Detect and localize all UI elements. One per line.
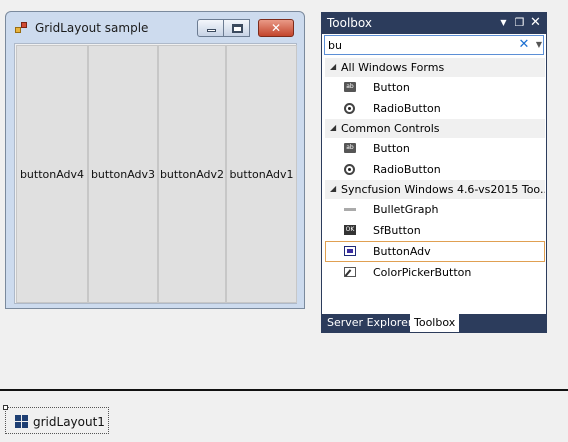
toolbox-group-common-controls[interactable]: ◢ Common Controls: [325, 119, 545, 138]
form-window[interactable]: GridLayout sample ✕ buttonAdv4 buttonAdv…: [5, 11, 305, 309]
toolbox-panel: Toolbox ▼ ❐ ✕ ✕ ▼ ◢ All Windows Forms ab…: [321, 12, 547, 333]
selection-handle[interactable]: [3, 405, 8, 410]
toolbox-item-radiobutton[interactable]: RadioButton: [325, 98, 545, 119]
sfbutton-icon: OK: [344, 225, 356, 235]
bulletgraph-icon: [344, 208, 356, 211]
minimize-icon: [207, 29, 216, 32]
toolbox-item-label: Button: [373, 142, 410, 155]
toolbox-item-label: BulletGraph: [373, 203, 439, 216]
group-label: Syncfusion Windows 4.6-vs2015 Too...: [341, 183, 545, 196]
toolbox-item-button[interactable]: ab Button: [325, 77, 545, 98]
button-icon: ab: [344, 82, 356, 92]
colorpicker-icon: [344, 267, 356, 277]
toolbox-item-label: Button: [373, 81, 410, 94]
form-title-bar[interactable]: GridLayout sample ✕: [6, 12, 304, 43]
group-label: Common Controls: [341, 122, 440, 135]
toolbox-title: Toolbox: [327, 16, 372, 30]
component-tray-divider: [0, 389, 568, 391]
toolbox-header: Toolbox ▼ ❐ ✕: [322, 13, 546, 34]
toolbox-item-label: RadioButton: [373, 163, 441, 176]
toolbox-item-radiobutton[interactable]: RadioButton: [325, 159, 545, 180]
toolbox-item-colorpickerbutton[interactable]: ColorPickerButton: [325, 262, 545, 283]
toolbox-search-box[interactable]: ✕ ▼: [324, 35, 544, 55]
search-options-dropdown-icon[interactable]: ▼: [534, 36, 544, 54]
toolbox-item-button[interactable]: ab Button: [325, 138, 545, 159]
button-adv-2[interactable]: buttonAdv2: [158, 45, 226, 303]
minimize-button[interactable]: [197, 19, 224, 37]
toolbox-item-buttonadv[interactable]: ButtonAdv: [325, 241, 545, 262]
radiobutton-icon: [344, 164, 355, 175]
tray-component-label: gridLayout1: [33, 415, 105, 429]
maximize-icon: [232, 24, 243, 33]
button-icon: ab: [344, 143, 356, 153]
toolbox-item-label: ButtonAdv: [373, 245, 431, 258]
tab-server-explorer[interactable]: Server Explorer: [323, 314, 416, 332]
button-adv-4[interactable]: buttonAdv4: [16, 45, 88, 303]
toolbox-item-label: RadioButton: [373, 102, 441, 115]
toolbox-item-list: ◢ All Windows Forms ab Button RadioButto…: [325, 58, 545, 314]
button-adv-3[interactable]: buttonAdv3: [88, 45, 158, 303]
collapse-arrow-icon: ◢: [330, 62, 337, 71]
toolbox-group-syncfusion[interactable]: ◢ Syncfusion Windows 4.6-vs2015 Too...: [325, 180, 545, 199]
close-icon: ✕: [270, 21, 282, 35]
toolbox-item-label: SfButton: [373, 224, 421, 237]
buttonadv-icon: [344, 246, 356, 256]
toolbox-group-all-windows-forms[interactable]: ◢ All Windows Forms: [325, 58, 545, 77]
gridlayout-icon: [15, 415, 28, 428]
collapse-arrow-icon: ◢: [330, 184, 337, 193]
form-app-icon: [15, 22, 28, 34]
maximize-button[interactable]: [223, 19, 250, 37]
toolbox-search-input[interactable]: [328, 37, 508, 53]
radiobutton-icon: [344, 103, 355, 114]
maximize-panel-icon[interactable]: ❐: [513, 16, 526, 29]
toolbox-item-bulletgraph[interactable]: BulletGraph: [325, 199, 545, 220]
form-title: GridLayout sample: [35, 21, 149, 35]
tray-component-gridlayout[interactable]: gridLayout1: [3, 405, 109, 434]
toolbox-item-label: ColorPickerButton: [373, 266, 472, 279]
close-panel-icon[interactable]: ✕: [529, 16, 542, 29]
tab-toolbox[interactable]: Toolbox: [410, 314, 460, 332]
form-client-area: buttonAdv4 buttonAdv3 buttonAdv2 buttonA…: [14, 43, 297, 304]
group-label: All Windows Forms: [341, 61, 445, 74]
toolbox-tab-strip: Server Explorer Toolbox: [322, 314, 546, 332]
close-button[interactable]: ✕: [258, 19, 294, 37]
window-position-dropdown-icon[interactable]: ▼: [497, 16, 510, 29]
grid-layout: buttonAdv4 buttonAdv3 buttonAdv2 buttonA…: [16, 45, 297, 303]
button-adv-1[interactable]: buttonAdv1: [226, 45, 297, 303]
toolbox-item-sfbutton[interactable]: OK SfButton: [325, 220, 545, 241]
collapse-arrow-icon: ◢: [330, 123, 337, 132]
clear-search-icon[interactable]: ✕: [518, 36, 530, 54]
